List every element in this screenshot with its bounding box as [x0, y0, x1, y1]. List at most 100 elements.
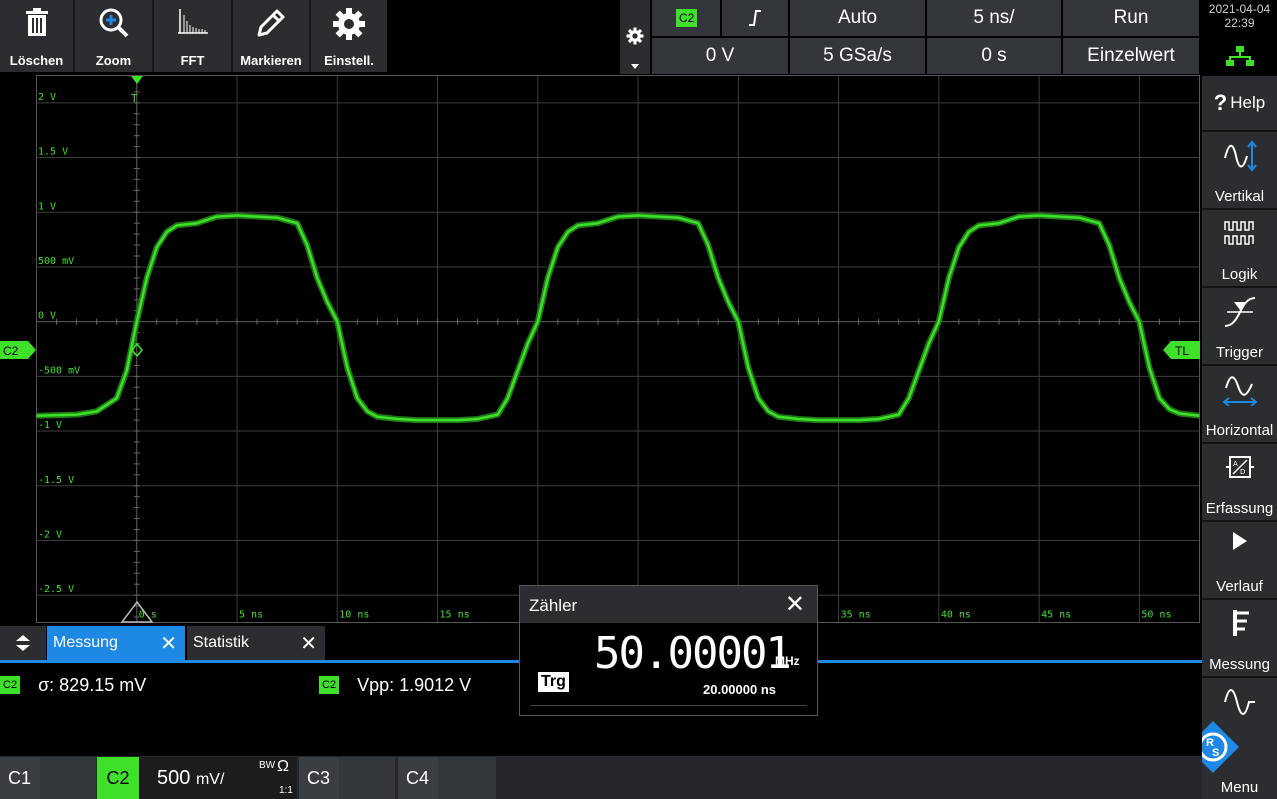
delete-button[interactable]: Löschen [0, 0, 73, 72]
history-button[interactable]: Verlauf [1202, 522, 1277, 598]
logic-button[interactable]: Logik [1202, 210, 1277, 286]
run-state-cell[interactable]: Run [1063, 0, 1199, 36]
play-icon [1232, 532, 1247, 550]
dropdown-arrow-icon [631, 64, 639, 69]
help-button[interactable]: ? Help [1202, 76, 1277, 130]
graticule-background [0, 74, 1202, 625]
time-offset-cell[interactable]: 0 s [927, 38, 1061, 74]
x-axis-label: 5 ns [239, 610, 263, 621]
close-icon[interactable]: ✕ [160, 631, 177, 656]
counter-dialog[interactable]: Zähler ✕ 50.00001 MHz Trg 20.00000 ns [519, 585, 818, 716]
tab-stats[interactable]: Statistik ✕ [187, 626, 325, 660]
trigger-slope-cell[interactable] [722, 0, 788, 36]
svg-text:D: D [1240, 468, 1245, 476]
network-icon [1226, 46, 1254, 66]
y-axis-label: 2 V [38, 92, 56, 103]
close-icon[interactable]: ✕ [785, 590, 805, 619]
ohm-indicator: Ω [277, 758, 289, 775]
channel-c2-scale-value: 500 [157, 767, 191, 789]
horizontal-label: Horizontal [1205, 422, 1274, 439]
channel-c3-label: C3 [307, 767, 331, 788]
channel-c1-button[interactable]: C1 [0, 757, 96, 799]
acquire-button[interactable]: AD Erfassung [1202, 444, 1277, 520]
horizontal-button[interactable]: Horizontal [1202, 366, 1277, 442]
vertical-scale-icon [1223, 140, 1257, 172]
counter-title: Zähler [529, 596, 578, 615]
close-icon[interactable]: ✕ [300, 631, 317, 656]
zoom-button[interactable]: Zoom [75, 0, 152, 72]
waveform-display[interactable]: 2 V 1.5 V 1 V 500 mV 0 V -500 mV -1 V -1.5 V -2 … [0, 74, 1202, 625]
gear-icon [333, 8, 365, 40]
measurement-value: σ: 829.15 mV [38, 674, 147, 695]
y-axis-label: 500 mV [38, 256, 74, 267]
trigger-position-label: T [131, 92, 138, 105]
tab-measure-label: Messung [53, 634, 118, 651]
svg-text:A: A [1233, 460, 1238, 468]
channel-c2-scale[interactable]: 500 mV/ [157, 767, 224, 790]
collapse-results-button[interactable] [0, 626, 46, 660]
logic-icon [1223, 221, 1254, 245]
trigger-source-cell[interactable]: C2 [652, 0, 720, 36]
measure-button[interactable]: Messung [1202, 600, 1277, 676]
trigger-level-cell[interactable]: 0 V [652, 38, 788, 74]
waveform-mini-icon [1223, 689, 1255, 715]
logic-label: Logik [1221, 266, 1258, 283]
acquire-mode-cell[interactable]: Einzelwert [1063, 38, 1199, 74]
fft-button[interactable]: FFT [154, 0, 231, 72]
sample-rate-cell[interactable]: 5 GSa/s [790, 38, 925, 74]
y-axis-label: -1 V [38, 420, 62, 431]
fft-icon [177, 9, 208, 34]
measurement-1[interactable]: C2 σ: 829.15 mV [0, 674, 146, 696]
clock-time: 22:39 [1224, 16, 1255, 30]
measurement-channel-badge: C2 [319, 676, 340, 694]
menu-button[interactable]: RS Menu [1187, 678, 1277, 799]
acquire-icon: AD [1225, 456, 1254, 478]
channel-c2-scale-unit: mV/ [195, 771, 225, 788]
help-label: Help [1230, 93, 1266, 112]
y-axis-label: -2 V [38, 529, 62, 540]
fft-label: FFT [180, 53, 205, 68]
trigger-channel-badge: C2 [676, 9, 698, 27]
y-axis-label: -2.5 V [38, 584, 74, 595]
settings-button[interactable]: Einstell. [311, 0, 387, 72]
clock-date: 2021-04-04 [1208, 2, 1271, 16]
measure-icon [1232, 610, 1249, 636]
channel-c3-button[interactable]: C3 [299, 757, 395, 799]
x-axis-label: 45 ns [1041, 610, 1071, 621]
sample-rate-value: 5 GSa/s [823, 45, 892, 66]
y-axis-label: 1 V [38, 201, 56, 212]
probe-ratio: 1:1 [279, 785, 293, 796]
measurement-2[interactable]: C2 Vpp: 1.9012 V [319, 674, 471, 696]
channel-c4-button[interactable]: C4 [398, 757, 496, 799]
channel-c2-button[interactable]: C2 500 mV/ BW Ω 1:1 [97, 757, 297, 799]
run-state-value: Run [1113, 7, 1149, 28]
trigger-mode-cell[interactable]: Auto [790, 0, 925, 36]
counter-unit: MHz [775, 654, 800, 668]
channel-c4-label: C4 [406, 767, 430, 788]
mark-button[interactable]: Markieren [233, 0, 309, 72]
tab-stats-label: Statistik [193, 634, 250, 651]
channel-c2-label: C2 [97, 757, 139, 799]
small-gear-icon [626, 27, 644, 45]
x-axis-label: 10 ns [339, 610, 369, 621]
svg-text:S: S [1212, 747, 1219, 759]
time-scale-value: 5 ns/ [973, 7, 1015, 28]
x-axis-label: 0 s [139, 610, 157, 621]
rising-edge-icon [749, 10, 761, 26]
counter-title-bar[interactable]: Zähler ✕ [520, 586, 817, 623]
pencil-icon [257, 9, 285, 37]
vertical-button[interactable]: Vertikal [1202, 132, 1277, 208]
channel-offset-label: C2 [3, 344, 19, 358]
measurement-channel-badge: C2 [0, 676, 21, 694]
trash-icon [25, 8, 48, 36]
time-scale-cell[interactable]: 5 ns/ [927, 0, 1061, 36]
bandwidth-indicator: BW [259, 760, 276, 771]
counter-trg-badge[interactable]: Trg [538, 672, 569, 692]
trigger-mode-value: Auto [837, 7, 878, 28]
vertical-label: Vertikal [1214, 188, 1265, 205]
trigger-button[interactable]: Trigger [1202, 288, 1277, 364]
tab-measure[interactable]: Messung ✕ [47, 626, 185, 660]
quick-settings-button[interactable] [620, 0, 650, 74]
acquire-mode-value: Einzelwert [1087, 45, 1175, 66]
help-icon: ? [1213, 90, 1228, 115]
